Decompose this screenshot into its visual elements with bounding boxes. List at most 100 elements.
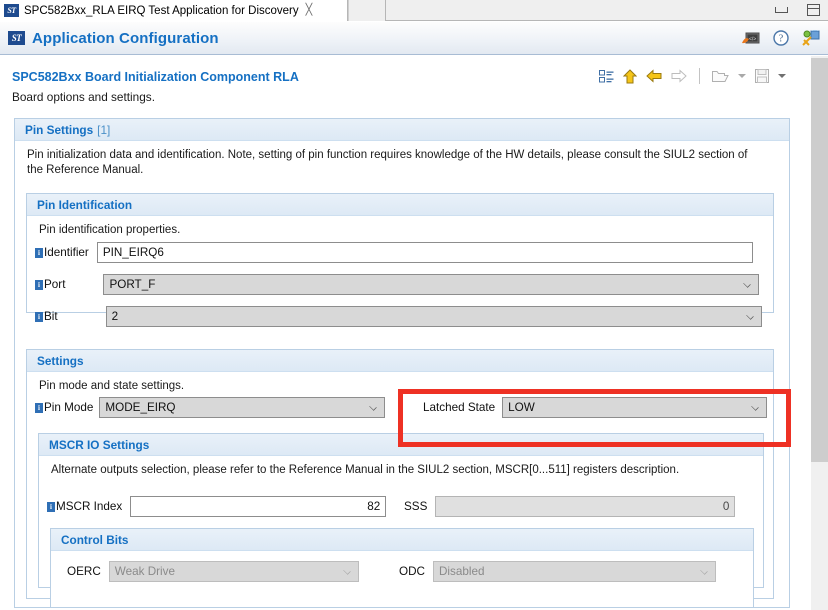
oerc-value: Weak Drive [115,565,175,578]
save-dropdown-icon[interactable] [778,74,786,78]
minimize-button[interactable] [772,2,790,18]
identifier-label: Identifier [44,246,89,259]
oerc-row: OERC Weak Drive [67,561,359,582]
window-controls [772,2,822,18]
forward-arrow-icon [671,69,687,83]
bit-dropdown[interactable]: 2 [106,306,762,327]
vertical-scrollbar[interactable] [811,56,828,610]
editor-tab-bar: ST SPC582Bxx_RLA EIRQ Test Application f… [0,0,828,21]
back-arrow-icon[interactable] [646,69,662,83]
settings-header: Settings [27,350,773,372]
open-folder-dropdown-icon [738,74,746,78]
info-icon: i [35,403,43,413]
port-label: Port [44,278,65,291]
mscr-io-settings-header: MSCR IO Settings [39,434,763,456]
save-icon [755,69,769,83]
port-value: PORT_F [109,278,155,291]
control-bits-header: Control Bits [51,529,753,551]
pin-settings-count: [1] [97,123,110,137]
chevron-down-icon [700,567,708,575]
scrollbar-thumb[interactable] [811,58,828,462]
console-icon[interactable]: </> [742,31,760,46]
sss-input: 0 [435,496,735,517]
mscr-io-settings-panel: MSCR IO Settings Alternate outputs selec… [38,433,764,588]
chevron-down-icon [746,312,754,320]
latched-state-label: Latched State [423,401,495,414]
info-icon: i [35,248,43,258]
chevron-down-icon [751,403,759,411]
header-icon-group: </> ? [742,30,820,46]
pin-settings-description: Pin initialization data and identificati… [15,141,775,178]
chevron-down-icon [343,567,351,575]
control-bits-title: Control Bits [61,533,129,547]
chevron-down-icon [370,403,378,411]
page-title: Application Configuration [32,30,219,47]
editor-tab-active[interactable]: ST SPC582Bxx_RLA EIRQ Test Application f… [0,0,348,21]
mscr-index-row: i MSCR Index 82 [47,496,386,517]
info-icon: i [35,312,43,322]
control-bits-panel: Control Bits OERC Weak Drive ODC [50,528,754,608]
pin-identification-description: Pin identification properties. [27,216,773,238]
pin-mode-row: i Pin Mode MODE_EIRQ [35,397,385,418]
form-header: SPC582Bxx Board Initialization Component… [12,70,792,108]
editor-tab-placeholder[interactable] [348,0,386,21]
pin-mode-label: Pin Mode [44,401,93,414]
pin-identification-title: Pin Identification [37,198,132,212]
latched-state-dropdown[interactable]: LOW [502,397,767,418]
odc-dropdown: Disabled [433,561,716,582]
form-subtitle: Board options and settings. [12,90,792,104]
info-icon: i [35,280,43,290]
maximize-icon [807,4,820,16]
st-logo-icon: ST [4,4,19,17]
port-row: i Port PORT_F [35,274,770,295]
svg-text:?: ? [779,34,784,45]
mscr-index-value: 82 [367,500,380,513]
oerc-label: OERC [67,565,101,578]
bit-value: 2 [112,310,119,323]
odc-row: ODC Disabled [399,561,716,582]
form-scroll-area: SPC582Bxx Board Initialization Component… [0,56,811,610]
application-window: ST SPC582Bxx_RLA EIRQ Test Application f… [0,0,828,610]
toolbar-separator [699,68,700,84]
chevron-down-icon [744,280,752,288]
mscr-index-label: MSCR Index [56,500,122,513]
form-toolbar [599,68,786,84]
latched-state-row: Latched State LOW [423,397,767,418]
svg-text:</>: </> [749,36,756,42]
editor-tab-label: SPC582Bxx_RLA EIRQ Test Application for … [24,5,299,17]
oerc-dropdown: Weak Drive [109,561,359,582]
mscr-io-settings-title: MSCR IO Settings [49,438,149,452]
latched-state-value: LOW [508,401,535,414]
settings-description: Pin mode and state settings. [27,372,773,394]
bit-row: i Bit 2 [35,306,770,327]
port-dropdown[interactable]: PORT_F [103,274,759,295]
up-arrow-icon[interactable] [623,69,637,84]
pin-settings-panel: Pin Settings [1] Pin initialization data… [14,118,790,608]
pin-mode-dropdown[interactable]: MODE_EIRQ [99,397,385,418]
pin-settings-header: Pin Settings [1] [15,119,789,141]
pin-identification-panel: Pin Identification Pin identification pr… [26,193,774,313]
sss-label: SSS [404,500,427,513]
outline-view-icon[interactable] [599,69,614,84]
plugins-icon[interactable] [802,30,820,46]
settings-panel: Settings Pin mode and state settings. i … [26,349,774,599]
identifier-input[interactable]: PIN_EIRQ6 [97,242,753,263]
odc-value: Disabled [439,565,484,578]
help-icon[interactable]: ? [773,30,789,46]
open-folder-icon [712,69,729,83]
mscr-index-input[interactable]: 82 [130,496,386,517]
settings-title: Settings [37,354,84,368]
st-logo-icon-header: ST [8,31,25,45]
mscr-io-settings-description: Alternate outputs selection, please refe… [39,456,729,478]
identifier-row: i Identifier PIN_EIRQ6 [35,242,770,263]
application-header: ST Application Configuration </> ? [0,22,828,55]
maximize-button[interactable] [804,2,822,18]
pin-identification-header: Pin Identification [27,194,773,216]
close-icon[interactable]: ╳ [306,5,313,16]
bit-label: Bit [44,310,58,323]
identifier-value: PIN_EIRQ6 [103,246,164,259]
minimize-icon [775,7,788,13]
sss-row: SSS 0 [404,496,735,517]
info-icon: i [47,502,55,512]
pin-settings-title: Pin Settings [25,123,93,137]
